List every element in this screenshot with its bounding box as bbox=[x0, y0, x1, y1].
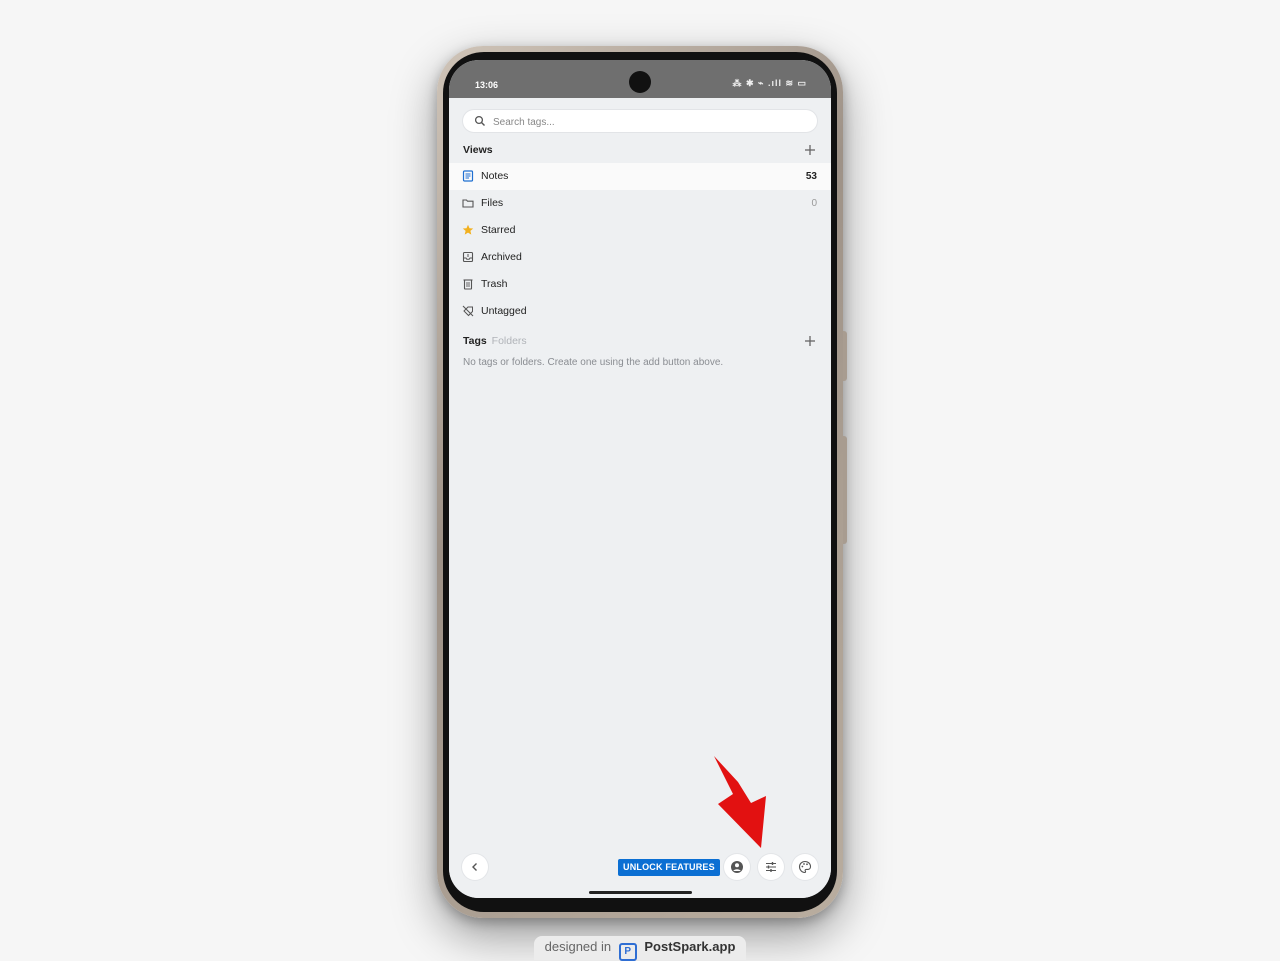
pointer-arrow-icon bbox=[714, 756, 766, 848]
star-icon bbox=[462, 224, 474, 235]
sidebar-item-label: Files bbox=[481, 197, 504, 209]
item-count: 53 bbox=[805, 171, 817, 182]
back-button[interactable] bbox=[462, 854, 488, 880]
sidebar-item-notes[interactable]: Notes 53 bbox=[449, 163, 831, 190]
sidebar-item-archived[interactable]: Archived bbox=[449, 244, 831, 271]
views-title: Views bbox=[463, 144, 493, 156]
account-button[interactable] bbox=[724, 854, 750, 880]
tags-empty-message: No tags or folders. Create one using the… bbox=[463, 357, 724, 368]
theme-button[interactable] bbox=[792, 854, 818, 880]
notes-icon bbox=[462, 170, 474, 182]
watermark-prefix: designed in bbox=[544, 939, 612, 954]
sidebar-item-label: Archived bbox=[481, 251, 522, 263]
search-input[interactable] bbox=[491, 110, 805, 134]
status-time: 13:06 bbox=[475, 80, 499, 90]
power-button bbox=[843, 436, 847, 544]
trash-icon bbox=[463, 279, 473, 290]
plus-icon bbox=[805, 336, 815, 346]
sidebar-item-label: Starred bbox=[481, 224, 516, 236]
home-indicator bbox=[589, 891, 692, 894]
folders-tab[interactable]: Folders bbox=[492, 335, 527, 347]
front-camera bbox=[629, 71, 651, 93]
postspark-logo-icon: P bbox=[618, 943, 637, 961]
sidebar-item-starred[interactable]: Starred bbox=[449, 217, 831, 244]
sidebar-item-trash[interactable]: Trash bbox=[449, 271, 831, 298]
settings-button[interactable] bbox=[758, 854, 784, 880]
sidebar-item-label: Trash bbox=[481, 278, 508, 290]
status-bar: 13:06 ⁂ ✱ ⌁ .ıll ≋ ▭ bbox=[449, 60, 831, 98]
sidebar-item-files[interactable]: Files 0 bbox=[449, 190, 831, 217]
sidebar-item-untagged[interactable]: Untagged bbox=[449, 298, 831, 325]
item-count: 0 bbox=[811, 198, 817, 209]
plus-icon bbox=[805, 145, 815, 155]
sidebar-item-label: Notes bbox=[481, 170, 509, 182]
status-icons: ⁂ ✱ ⌁ .ıll ≋ ▭ bbox=[732, 78, 807, 88]
tags-label: Tags bbox=[463, 335, 487, 347]
search-icon bbox=[474, 115, 485, 126]
tags-title: Tags Folders bbox=[463, 335, 527, 347]
watermark: designed in P PostSpark.app bbox=[534, 936, 746, 961]
volume-button bbox=[843, 331, 847, 381]
add-tag-button[interactable] bbox=[803, 334, 817, 348]
sidebar-item-label: Untagged bbox=[481, 305, 527, 317]
app-screen: 13:06 ⁂ ✱ ⌁ .ıll ≋ ▭ Views Notes 53 File… bbox=[449, 60, 831, 898]
chevron-left-icon bbox=[472, 863, 477, 871]
watermark-brand: PostSpark.app bbox=[644, 939, 736, 954]
add-view-button[interactable] bbox=[803, 143, 817, 157]
account-icon bbox=[731, 861, 743, 873]
sliders-icon bbox=[766, 862, 776, 872]
archive-icon bbox=[462, 251, 474, 263]
palette-icon bbox=[798, 860, 812, 874]
folder-icon bbox=[462, 199, 474, 208]
search-bar[interactable] bbox=[463, 110, 817, 134]
untagged-icon bbox=[462, 305, 474, 317]
unlock-features-button[interactable]: UNLOCK FEATURES bbox=[618, 859, 720, 876]
